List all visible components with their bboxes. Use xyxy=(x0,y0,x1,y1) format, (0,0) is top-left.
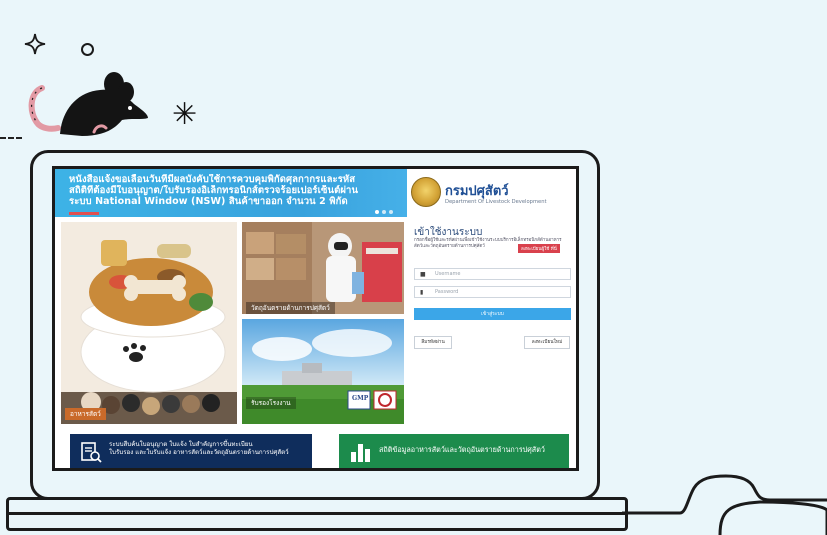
dash-doodle xyxy=(0,137,22,139)
logo-area[interactable]: กรมปศุสัตว์ Department Of Livestock Deve… xyxy=(407,169,576,217)
login-button[interactable]: เข้าสู่ระบบ xyxy=(414,308,571,320)
carousel-dot[interactable] xyxy=(375,210,379,214)
license-search-line-2: ใบรับรอง และใบรับแจ้ง อาหารสัตว์และวัตถุ… xyxy=(109,449,289,456)
banner-line-3: ระบบ National Window (NSW) สินค้าขาออก จ… xyxy=(69,196,348,207)
register-button[interactable]: ลงทะเบียนใหม่ xyxy=(524,336,570,349)
username-placeholder: Username xyxy=(435,271,461,277)
news-banner[interactable]: หนังสือแจ้งขอเลื่อนวันที่มีผลบังคับใช้กา… xyxy=(55,169,407,217)
forgot-password-button[interactable]: ลืมรหัสผ่าน xyxy=(414,336,452,349)
tile-label-hazardous: วัตถุอันตรายด้านการปศุสัตว์ xyxy=(246,302,335,314)
statistics-text: สถิติข้อมูลอาหารสัตว์และวัตถุอันตรายด้าน… xyxy=(379,445,545,454)
user-icon: ■ xyxy=(420,271,426,278)
carousel-dot[interactable] xyxy=(382,210,386,214)
pet-food-photo xyxy=(61,222,237,424)
password-field[interactable]: ▮ Password xyxy=(414,286,571,298)
carousel-dots[interactable] xyxy=(375,210,393,214)
warehouse-worker-photo xyxy=(242,222,404,314)
tile-animal-feed[interactable]: อาหารสัตว์ xyxy=(61,222,237,424)
bar-chart-icon xyxy=(351,444,370,462)
circle-doodle xyxy=(81,43,94,56)
tile-label-factory: รับรองโรงงาน xyxy=(246,397,296,409)
license-search-banner[interactable]: ระบบสืบค้นใบอนุญาต ใบแจ้ง ใบสำคัญการขึ้น… xyxy=(70,434,312,468)
banner-line-1: หนังสือแจ้งขอเลื่อนวันที่มีผลบังคับใช้กา… xyxy=(69,174,356,185)
banner-accent xyxy=(69,212,99,215)
password-placeholder: Password xyxy=(435,289,459,295)
register-badge[interactable]: ลงทะเบียนผู้ใช้ ที่นี่ xyxy=(518,244,560,253)
gmp-logo: GMP xyxy=(352,395,369,402)
document-search-icon xyxy=(81,442,102,463)
mouse-cable-illustration xyxy=(622,474,827,535)
banner-line-2: สถิติที่ต้องมีใบอนุญาต/ใบรับรองอิเล็กทรอ… xyxy=(69,185,359,196)
mouse-illustration xyxy=(28,72,148,136)
license-search-line-1: ระบบสืบค้นใบอนุญาต ใบแจ้ง ใบสำคัญการขึ้น… xyxy=(109,441,253,448)
sparkle-icon xyxy=(24,33,46,55)
laptop-base-divider xyxy=(6,512,628,515)
tile-label-animal-feed: อาหารสัตว์ xyxy=(65,408,106,420)
tile-hazardous-substances[interactable]: วัตถุอันตรายด้านการปศุสัตว์ xyxy=(242,222,404,314)
statistics-banner[interactable]: สถิติข้อมูลอาหารสัตว์และวัตถุอันตรายด้าน… xyxy=(339,434,569,468)
tile-factory-certification[interactable]: GMP รับรองโรงงาน xyxy=(242,319,404,424)
username-field[interactable]: ■ Username xyxy=(414,268,571,280)
logo-subtitle: Department Of Livestock Development xyxy=(445,199,547,205)
carousel-dot[interactable] xyxy=(389,210,393,214)
logo-title: กรมปศุสัตว์ xyxy=(445,184,509,199)
asterisk-doodle: ✳ xyxy=(172,97,198,132)
lock-icon: ▮ xyxy=(420,289,424,296)
website-screenshot: หนังสือแจ้งขอเลื่อนวันที่มีผลบังคับใช้กา… xyxy=(52,166,579,471)
department-emblem-icon xyxy=(411,177,441,207)
